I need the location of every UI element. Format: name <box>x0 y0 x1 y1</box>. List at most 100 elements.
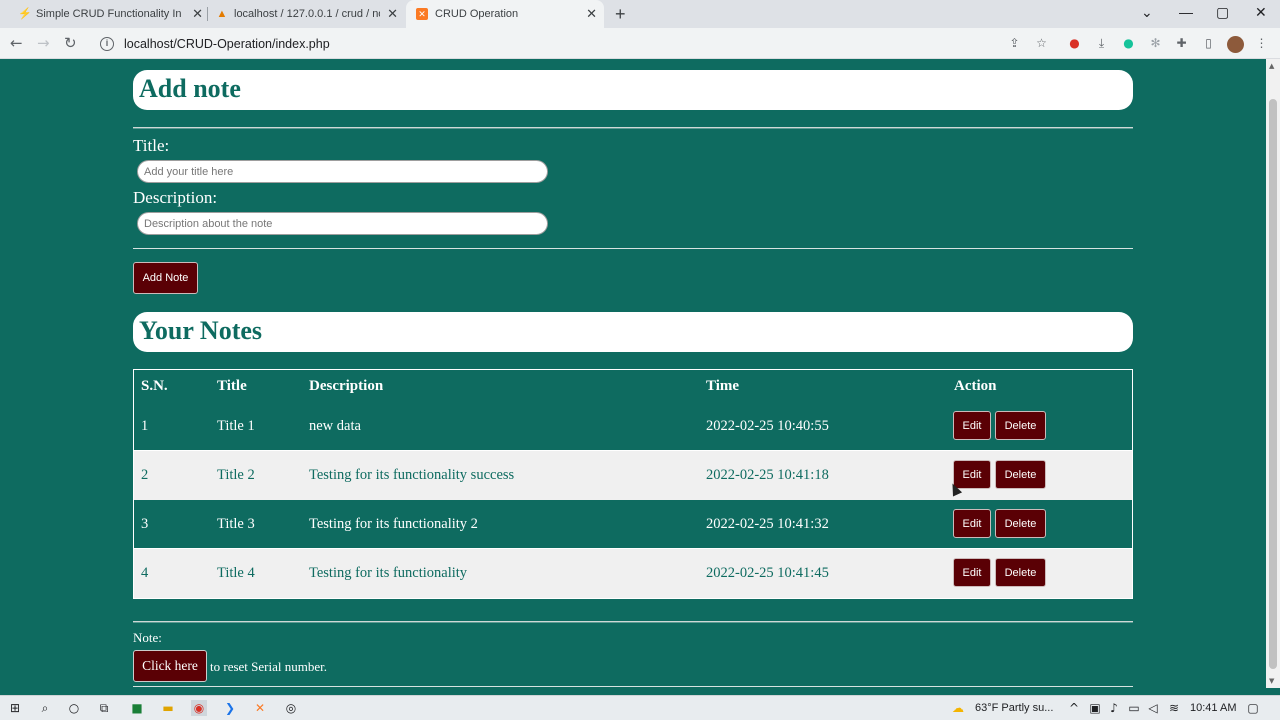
tab-phpmyadmin[interactable]: ▲ localhost / 127.0.0.1 / crud / note ✕ <box>216 0 398 28</box>
vscode-icon[interactable]: ❯ <box>222 700 238 716</box>
minimize-icon[interactable]: — <box>1179 4 1193 20</box>
delete-button[interactable]: Delete <box>995 558 1046 587</box>
url-text: localhost/CRUD-Operation/index.php <box>124 36 330 51</box>
add-note-header: Add note <box>133 70 1133 110</box>
bookmark-star-icon[interactable]: ☆ <box>1034 36 1049 51</box>
reset-serial-text: to reset Serial number. <box>210 659 327 674</box>
windows-start-icon[interactable]: ⊞ <box>7 700 23 716</box>
divider <box>133 621 1133 623</box>
row-title: Title 1 <box>217 418 255 434</box>
scroll-up-icon[interactable]: ▲ <box>1269 62 1274 70</box>
wifi-icon[interactable]: ≋ <box>1166 700 1182 716</box>
obs-icon[interactable]: ◎ <box>283 700 299 716</box>
row-title: Title 3 <box>217 516 255 532</box>
task-view-icon[interactable]: ⧉ <box>96 700 112 716</box>
description-label: Description: <box>133 188 218 207</box>
edit-button[interactable]: Edit <box>953 509 991 538</box>
column-header-action: Action <box>954 378 997 394</box>
new-tab-icon[interactable]: + <box>615 4 626 25</box>
extension-color-icon[interactable]: ● <box>1067 36 1082 51</box>
column-header-description: Description <box>309 378 384 394</box>
tab-crud-operation[interactable]: ✕ CRUD Operation ✕ <box>406 0 604 28</box>
your-notes-header: Your Notes <box>133 312 1133 352</box>
divider <box>133 248 1133 249</box>
window-close-icon[interactable]: ✕ <box>1255 4 1267 21</box>
extensions-puzzle-icon[interactable]: ✚ <box>1174 36 1189 51</box>
page-scrollbar[interactable]: ▲ ▼ <box>1266 59 1280 688</box>
table-row: 4 Title 4 Testing for its functionality … <box>134 549 1132 598</box>
column-header-time: Time <box>706 378 740 394</box>
close-icon[interactable]: ✕ <box>387 7 398 20</box>
browser-tab-bar: ⚡ Simple CRUD Functionality In PH ✕ ▲ lo… <box>0 0 1280 28</box>
address-bar[interactable]: i localhost/CRUD-Operation/index.php <box>92 31 1060 56</box>
windows-taskbar: ⊞ ⌕ ○ ⧉ ■ ▬ ◉ ❯ ✕ ◎ ☁ 63°F Partly su... … <box>0 695 1280 720</box>
close-icon[interactable]: ✕ <box>192 7 203 20</box>
extension-download-icon[interactable]: ⤓ <box>1094 36 1109 51</box>
edit-button[interactable]: Edit <box>953 558 991 587</box>
table-row: 2 Title 2 Testing for its functionality … <box>134 451 1132 500</box>
your-notes-heading: Your Notes <box>139 316 263 345</box>
row-sn: 1 <box>141 418 149 434</box>
tray-chevron-icon[interactable]: ^ <box>1066 700 1082 716</box>
close-icon[interactable]: ✕ <box>586 7 597 20</box>
grammarly-icon[interactable]: ● <box>1121 36 1136 51</box>
maximize-icon[interactable]: ▢ <box>1216 4 1229 21</box>
row-description: Testing for its functionality success <box>309 467 515 483</box>
tab-title: localhost / 127.0.0.1 / crud / note <box>234 8 380 20</box>
table-row: 3 Title 3 Testing for its functionality … <box>134 500 1132 549</box>
notification-icon[interactable]: ▢ <box>1245 700 1261 716</box>
battery-icon[interactable]: ▭ <box>1126 700 1142 716</box>
side-panel-icon[interactable]: ▯ <box>1201 36 1216 51</box>
weather-icon[interactable]: ☁ <box>950 700 966 716</box>
add-note-button[interactable]: Add Note <box>133 262 198 294</box>
row-sn: 3 <box>141 516 149 532</box>
file-explorer-icon[interactable]: ▬ <box>160 700 176 716</box>
row-sn: 2 <box>141 467 149 483</box>
delete-button[interactable]: Delete <box>995 460 1046 489</box>
row-title: Title 4 <box>217 565 255 581</box>
tab-title: CRUD Operation <box>435 8 519 20</box>
volume-icon[interactable]: ◁ <box>1145 700 1161 716</box>
clock-time[interactable]: 10:41 AM <box>1190 702 1236 714</box>
forward-icon[interactable]: → <box>37 34 50 52</box>
extension-gear-icon[interactable]: ✻ <box>1148 36 1163 51</box>
column-header-title: Title <box>217 378 247 394</box>
back-icon[interactable]: ← <box>10 34 23 52</box>
profile-avatar[interactable] <box>1227 36 1244 53</box>
notepad-plus-icon[interactable]: ■ <box>129 700 145 716</box>
microphone-icon[interactable]: ♪ <box>1106 700 1122 716</box>
phpmyadmin-icon: ▲ <box>216 8 228 20</box>
tab-title: Simple CRUD Functionality In PH <box>36 8 181 20</box>
divider <box>133 127 1133 129</box>
delete-button[interactable]: Delete <box>995 411 1046 440</box>
row-time: 2022-02-25 10:41:18 <box>706 467 829 483</box>
xampp-icon: ✕ <box>416 8 428 20</box>
weather-text[interactable]: 63°F Partly su... <box>975 702 1053 714</box>
title-input[interactable] <box>137 160 548 183</box>
xampp-icon[interactable]: ✕ <box>252 700 268 716</box>
delete-button[interactable]: Delete <box>995 509 1046 538</box>
row-description: Testing for its functionality 2 <box>309 516 478 532</box>
scrollbar-thumb[interactable] <box>1269 99 1277 669</box>
scroll-down-icon[interactable]: ▼ <box>1269 677 1274 685</box>
row-time: 2022-02-25 10:41:45 <box>706 565 829 581</box>
description-input[interactable] <box>137 212 548 235</box>
tray-app-icon[interactable]: ▣ <box>1087 700 1103 716</box>
tab-simple-crud[interactable]: ⚡ Simple CRUD Functionality In PH ✕ <box>18 0 203 28</box>
reset-serial-button[interactable]: Click here <box>133 650 207 682</box>
chrome-icon[interactable]: ◉ <box>191 700 207 716</box>
edit-button[interactable]: Edit <box>953 411 991 440</box>
row-time: 2022-02-25 10:40:55 <box>706 418 829 434</box>
add-note-heading: Add note <box>139 74 241 103</box>
note-label: Note: <box>133 630 162 645</box>
cortana-icon[interactable]: ○ <box>66 700 82 716</box>
title-label: Title: <box>133 136 170 155</box>
search-icon[interactable]: ⌕ <box>37 700 53 716</box>
row-description: Testing for its functionality <box>309 565 468 581</box>
more-menu-icon[interactable]: ⋮ <box>1254 36 1269 51</box>
share-icon[interactable]: ⇪ <box>1007 36 1022 51</box>
site-info-icon[interactable]: i <box>100 36 114 51</box>
reload-icon[interactable]: ↻ <box>64 34 77 52</box>
divider <box>133 686 1133 687</box>
tab-search-icon[interactable]: ⌄ <box>1141 4 1153 21</box>
